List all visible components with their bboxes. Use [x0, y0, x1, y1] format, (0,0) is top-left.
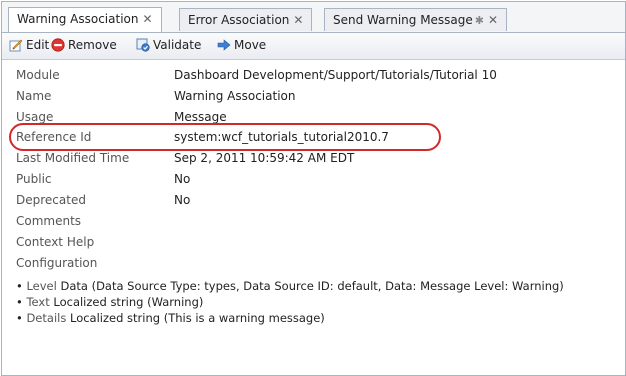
- property-value: No: [174, 193, 191, 207]
- move-label: Move: [234, 38, 267, 52]
- edit-label: Edit: [26, 38, 50, 52]
- configuration-item-text: • Text Localized string (Warning): [16, 295, 203, 309]
- bullet-icon: •: [16, 279, 23, 293]
- close-icon[interactable]: ✕: [142, 12, 152, 26]
- property-value: No: [174, 172, 191, 186]
- remove-button[interactable]: Remove: [51, 38, 117, 54]
- property-value: Sep 2, 2011 10:59:42 AM EDT: [174, 151, 355, 165]
- configuration-item-details: • Details Localized string (This is a wa…: [16, 311, 325, 325]
- close-icon[interactable]: ✕: [293, 13, 303, 27]
- configuration-item-level: • Level Data (Data Source Type: types, D…: [16, 279, 564, 293]
- close-icon[interactable]: ✕: [488, 13, 498, 27]
- bullet-icon: •: [16, 295, 23, 309]
- pin-icon[interactable]: ✱: [475, 14, 484, 27]
- property-value: Dashboard Development/Support/Tutorials/…: [174, 68, 497, 82]
- config-key: Level: [26, 279, 57, 293]
- config-key: Text: [26, 295, 50, 309]
- config-value: Localized string (Warning): [53, 295, 204, 309]
- property-label: Context Help: [16, 235, 95, 249]
- tab-warning-association[interactable]: Warning Association ✕: [8, 7, 162, 32]
- highlight-ellipse: [9, 123, 441, 151]
- tab-error-association[interactable]: Error Association ✕: [179, 8, 313, 31]
- editor-panel: Warning Association ✕ Error Association ✕ …: [1, 1, 626, 376]
- remove-label: Remove: [68, 38, 117, 52]
- property-label: Comments: [16, 214, 82, 228]
- property-label: Usage: [16, 110, 54, 124]
- validate-icon: [136, 38, 150, 52]
- property-label: Module: [16, 68, 60, 82]
- tab-label: Warning Association: [17, 12, 139, 26]
- property-label: Last Modified Time: [16, 151, 130, 165]
- tab-label: Error Association: [188, 13, 290, 27]
- edit-button[interactable]: Edit: [9, 38, 49, 54]
- toolbar: Edit Remove Validate Move: [2, 33, 625, 60]
- property-label: Configuration: [16, 256, 98, 270]
- property-value: Warning Association: [174, 89, 296, 103]
- tab-strip: Warning Association ✕ Error Association ✕ …: [2, 2, 625, 33]
- property-value: Message: [174, 110, 227, 124]
- edit-icon: [9, 39, 23, 52]
- config-value: Localized string (This is a warning mess…: [69, 311, 325, 325]
- tab-send-warning-message[interactable]: Send Warning Message ✱ ✕: [324, 8, 508, 31]
- property-label: Public: [16, 172, 52, 186]
- remove-icon: [51, 38, 65, 52]
- bullet-icon: •: [16, 311, 23, 325]
- validate-button[interactable]: Validate: [136, 38, 201, 54]
- validate-label: Validate: [153, 38, 202, 52]
- arrow-right-icon: [217, 39, 231, 51]
- config-key: Details: [26, 311, 67, 325]
- property-label: Deprecated: [16, 193, 86, 207]
- config-value: Data (Data Source Type: types, Data Sour…: [60, 279, 564, 293]
- tab-label: Send Warning Message: [333, 13, 473, 27]
- property-label: Name: [16, 89, 52, 103]
- move-button[interactable]: Move: [217, 38, 266, 54]
